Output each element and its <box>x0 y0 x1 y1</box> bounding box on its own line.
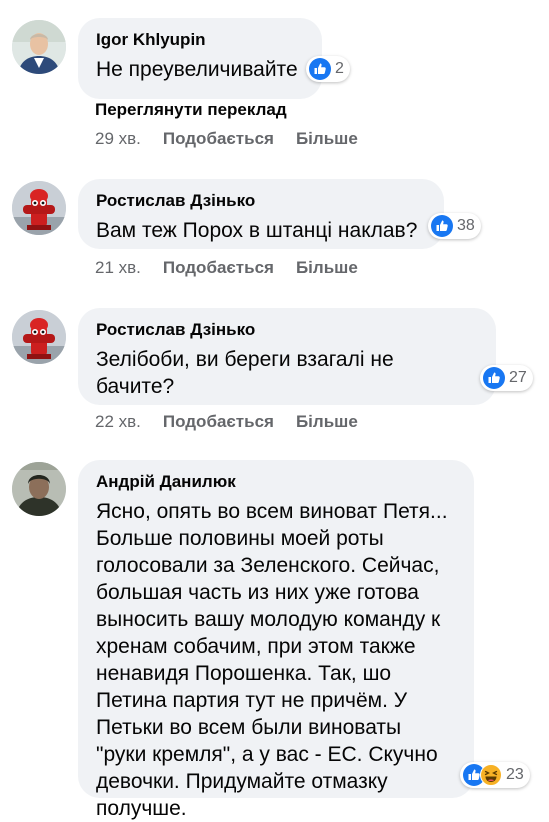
thumbs-up-icon <box>431 215 453 237</box>
comment-bubble: Igor Khlyupin Не преувеличивайте <box>78 18 322 99</box>
reaction-number: 38 <box>457 217 475 234</box>
comment-text: Не преувеличивайте <box>96 58 298 81</box>
comment-meta: 22 хв. Подобається Більше <box>95 412 358 432</box>
more-button[interactable]: Більше <box>296 258 358 277</box>
reaction-count[interactable]: 38 <box>428 213 481 239</box>
like-button[interactable]: Подобається <box>163 129 274 148</box>
comment-time[interactable]: 29 хв. <box>95 129 141 148</box>
reaction-count[interactable]: 23 <box>460 762 530 788</box>
reaction-count[interactable]: 2 <box>306 56 350 82</box>
thumbs-up-icon <box>309 58 331 80</box>
comment-bubble: Андрій Данилюк Ясно, опять во всем винов… <box>78 460 474 820</box>
see-translation-link[interactable]: Переглянути переклад <box>95 100 287 120</box>
comment-bubble: Ростислав Дзінько Вам теж Порох в штанці… <box>78 179 444 249</box>
avatar[interactable] <box>12 462 66 516</box>
comment-text: Ясно, опять во всем виноват Петя... Боль… <box>96 500 448 820</box>
reaction-count[interactable]: 27 <box>480 365 533 391</box>
reaction-number: 23 <box>506 766 524 783</box>
comment-author[interactable]: Igor Khlyupin <box>96 30 304 50</box>
laughing-face-icon <box>480 764 502 786</box>
comment-author[interactable]: Андрій Данилюк <box>96 472 456 492</box>
thumbs-up-icon <box>483 367 505 389</box>
reaction-number: 2 <box>335 60 344 77</box>
avatar[interactable] <box>12 181 66 235</box>
comment-meta: 29 хв. Подобається Більше <box>95 129 358 149</box>
comment-time[interactable]: 21 хв. <box>95 258 141 277</box>
comment-author[interactable]: Ростислав Дзінько <box>96 191 426 211</box>
avatar[interactable] <box>12 20 66 74</box>
comment-text: Зелібоби, ви береги взагалі не бачите? <box>96 348 394 398</box>
comment-time[interactable]: 22 хв. <box>95 412 141 431</box>
comment-bubble: Ростислав Дзінько Зелібоби, ви береги вз… <box>78 308 496 405</box>
like-button[interactable]: Подобається <box>163 412 274 431</box>
like-button[interactable]: Подобається <box>163 258 274 277</box>
more-button[interactable]: Більше <box>296 412 358 431</box>
reaction-number: 27 <box>509 369 527 386</box>
comment-text: Вам теж Порох в штанці наклав? <box>96 219 418 242</box>
comment-author[interactable]: Ростислав Дзінько <box>96 320 478 340</box>
comment-meta: 21 хв. Подобається Більше <box>95 258 358 278</box>
more-button[interactable]: Більше <box>296 129 358 148</box>
avatar[interactable] <box>12 310 66 364</box>
